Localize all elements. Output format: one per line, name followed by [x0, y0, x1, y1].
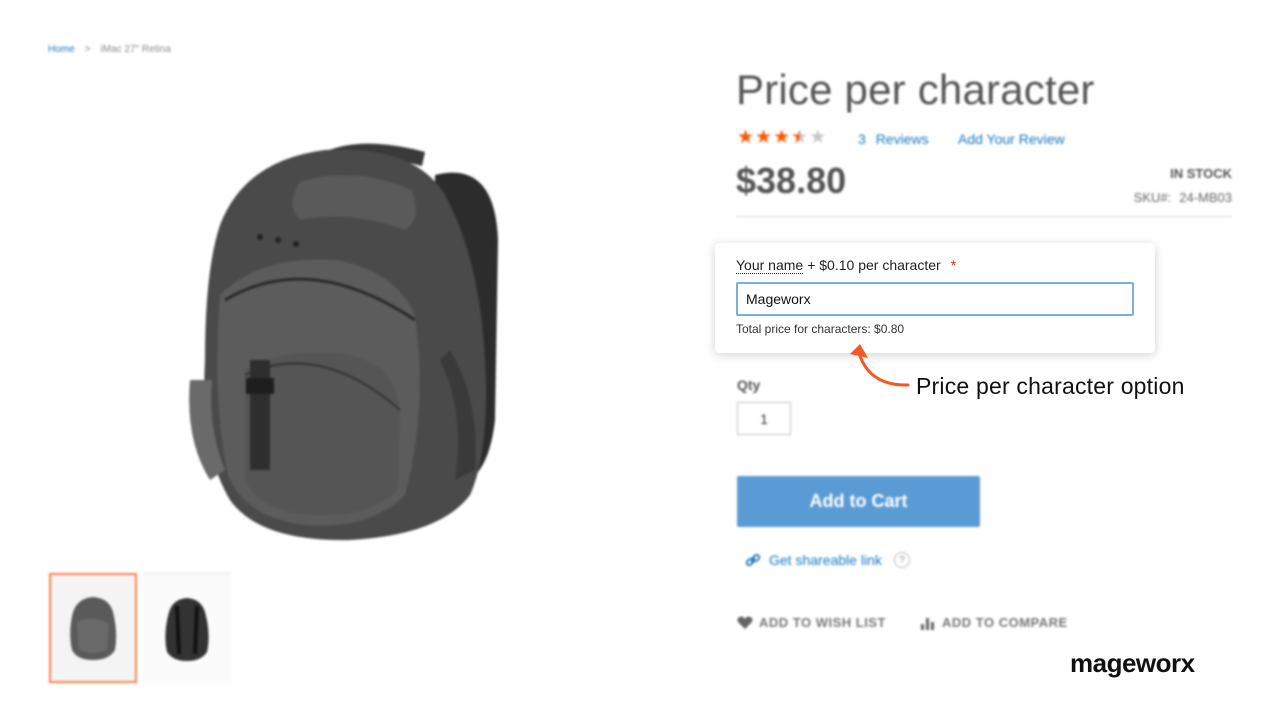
product-title: Price per character [736, 66, 1095, 113]
backpack-thumb-back-image [165, 597, 209, 661]
star-icon: ★ [755, 127, 773, 148]
compare-icon [921, 617, 934, 630]
option-label: Your name + $0.10 per character * [736, 257, 956, 274]
breadcrumb: Home > iMac 27" Retina [48, 44, 171, 55]
star-half-icon: ★ [791, 127, 809, 148]
add-to-cart-button[interactable]: Add to Cart [737, 476, 980, 527]
share-link-label[interactable]: Get shareable link [769, 552, 882, 568]
star-icon: ★ [773, 127, 791, 148]
product-price: $38.80 [736, 160, 847, 201]
option-price-text: + $0.10 per character [807, 257, 941, 273]
custom-option-card: Your name + $0.10 per character * Total … [715, 243, 1155, 353]
mageworx-logo: mageworx [1070, 648, 1195, 678]
compare-label[interactable]: ADD TO COMPARE [942, 615, 1068, 630]
annotation-label: Price per character option [916, 373, 1185, 399]
backpack-thumb-front-image [70, 597, 117, 660]
share-link[interactable]: Get shareable link ? [745, 552, 910, 568]
add-to-compare[interactable]: ADD TO COMPARE [920, 615, 1068, 630]
star-empty-icon: ★ [809, 127, 827, 148]
product-sku: SKU#: 24-MB03 [1134, 190, 1232, 205]
thumbnail-back[interactable] [143, 573, 231, 683]
sku-label: SKU#: [1133, 190, 1172, 205]
arrow-icon [850, 344, 910, 387]
required-mark: * [950, 257, 957, 273]
reviews-link[interactable]: 3 Reviews [858, 131, 929, 147]
option-total-price: Total price for characters: $0.80 [736, 322, 905, 336]
sku-value: 24-MB03 [1179, 190, 1232, 205]
add-to-wishlist[interactable]: ADD TO WISH LIST [737, 615, 886, 630]
thumbnail-front[interactable] [49, 573, 137, 683]
star-icon: ★ [737, 127, 755, 148]
breadcrumb-separator: > [84, 44, 91, 55]
product-main-image[interactable] [150, 120, 550, 560]
reviews-label: Reviews [875, 131, 929, 147]
divider [736, 216, 1232, 217]
breadcrumb-home[interactable]: Home [48, 44, 75, 55]
stock-status: IN STOCK [1170, 166, 1232, 181]
option-name: Your name [736, 257, 804, 274]
rating-stars: ★ ★ ★ ★ ★ [737, 128, 826, 148]
help-icon[interactable]: ? [893, 552, 910, 568]
backpack-image [189, 143, 498, 541]
your-name-input[interactable] [736, 282, 1134, 316]
heart-icon [737, 616, 753, 629]
reviews-count: 3 [858, 131, 866, 147]
qty-label: Qty [737, 377, 761, 393]
add-review-link[interactable]: Add Your Review [958, 131, 1065, 147]
wishlist-label[interactable]: ADD TO WISH LIST [759, 615, 886, 630]
breadcrumb-current: iMac 27" Retina [100, 44, 171, 55]
qty-input[interactable] [737, 402, 791, 435]
link-icon [745, 553, 761, 567]
